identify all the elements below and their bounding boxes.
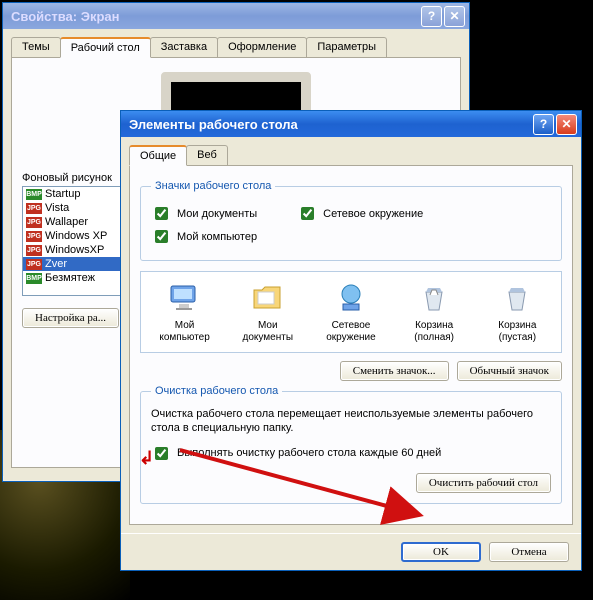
wallpaper-list[interactable]: BMPStartup JPGVista JPGWallaper JPGWindo…	[22, 186, 122, 296]
clean-desktop-button[interactable]: Очистить рабочий стол	[416, 473, 551, 493]
tab-appearance[interactable]: Оформление	[217, 37, 307, 57]
help-button[interactable]: ?	[421, 6, 442, 27]
tab-desktop[interactable]: Рабочий стол	[60, 37, 151, 58]
recycle-empty-icon	[499, 280, 535, 316]
list-item[interactable]: JPGWindowsXP	[23, 243, 121, 257]
tabs: Темы Рабочий стол Заставка Оформление Па…	[11, 37, 461, 58]
desktop-icons-group: Значки рабочего стола Мои документы Мой …	[140, 180, 562, 261]
tab-web[interactable]: Веб	[186, 145, 228, 165]
close-button[interactable]: ✕	[556, 114, 577, 135]
checkbox-my-computer[interactable]: Мой компьютер	[151, 227, 257, 246]
icon-item-recycle-empty[interactable]: Корзина (пустая)	[482, 280, 552, 344]
list-item[interactable]: JPGVista	[23, 201, 121, 215]
customize-desktop-button[interactable]: Настройка ра...	[22, 308, 119, 328]
tab-themes[interactable]: Темы	[11, 37, 61, 57]
tabs: Общие Веб	[129, 145, 573, 166]
tab-screensaver[interactable]: Заставка	[150, 37, 218, 57]
icon-item-my-documents[interactable]: Мои документы	[233, 280, 303, 344]
list-item[interactable]: JPGWallaper	[23, 215, 121, 229]
cancel-button[interactable]: Отмена	[489, 542, 569, 562]
list-item[interactable]: JPGZver	[23, 257, 121, 271]
list-item[interactable]: JPGWindows XP	[23, 229, 121, 243]
folder-icon	[250, 280, 286, 316]
tab-general[interactable]: Общие	[129, 145, 187, 166]
group-legend: Очистка рабочего стола	[151, 385, 282, 397]
icon-item-network[interactable]: Сетевое окружение	[316, 280, 386, 344]
help-button[interactable]: ?	[533, 114, 554, 135]
icon-item-recycle-full[interactable]: Корзина (полная)	[399, 280, 469, 344]
list-item[interactable]: BMPБезмятеж	[23, 271, 121, 285]
desktop-items-window: Элементы рабочего стола ? ✕ Общие Веб Зн…	[120, 110, 582, 571]
change-icon-button[interactable]: Сменить значок...	[340, 361, 449, 381]
close-button[interactable]: ✕	[444, 6, 465, 27]
window-title: Элементы рабочего стола	[129, 117, 533, 132]
checkbox-cleanup-schedule[interactable]: Выполнять очистку рабочего стола каждые …	[151, 444, 551, 463]
checkbox-my-documents[interactable]: Мои документы	[151, 204, 257, 223]
list-item[interactable]: BMPStartup	[23, 187, 121, 201]
window-title: Свойства: Экран	[11, 9, 421, 24]
computer-icon	[167, 280, 203, 316]
cleanup-description: Очистка рабочего стола перемещает неиспо…	[151, 407, 551, 436]
checkbox-network-places[interactable]: Сетевое окружение	[297, 204, 423, 223]
recycle-full-icon	[416, 280, 452, 316]
titlebar: Элементы рабочего стола ? ✕	[121, 111, 581, 137]
group-legend: Значки рабочего стола	[151, 180, 275, 192]
default-icon-button[interactable]: Обычный значок	[457, 361, 562, 381]
icon-chooser[interactable]: Мой компьютер Мои документы Сетевое окру…	[140, 271, 562, 353]
network-icon	[333, 280, 369, 316]
tab-settings[interactable]: Параметры	[306, 37, 387, 57]
cleanup-group: Очистка рабочего стола Очистка рабочего …	[140, 385, 562, 504]
titlebar: Свойства: Экран ? ✕	[3, 3, 469, 29]
icon-item-my-computer[interactable]: Мой компьютер	[150, 280, 220, 344]
ok-button[interactable]: OK	[401, 542, 481, 562]
